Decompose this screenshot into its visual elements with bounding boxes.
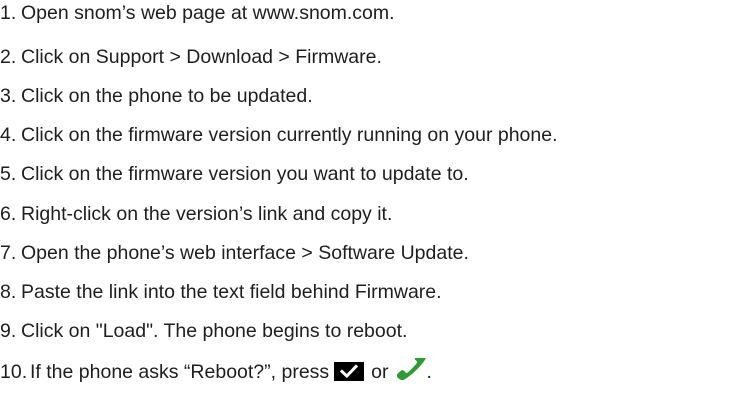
- step-text: Open snom’s web page at www.snom.com.: [21, 2, 395, 24]
- step-number: 6.: [0, 203, 17, 225]
- step-3: 3. Click on the phone to be updated.: [0, 83, 313, 109]
- step-8: 8. Paste the link into the text field beh…: [0, 279, 442, 305]
- step-number: 7.: [0, 242, 17, 264]
- step-text: Click on the phone to be updated.: [21, 85, 313, 107]
- period-text: .: [426, 361, 432, 383]
- step-text: Click on "Load". The phone begins to reb…: [21, 320, 408, 342]
- step-text: Paste the link into the text field behin…: [21, 281, 442, 303]
- step-4: 4. Click on the firmware version currentl…: [0, 122, 558, 148]
- step-text: Click on Support > Download > Firmware.: [21, 46, 382, 68]
- step-2: 2. Click on Support > Download > Firmware…: [0, 44, 382, 70]
- step-text: Open the phone’s web interface > Softwar…: [21, 242, 469, 264]
- step-6: 6. Right-click on the version’s link and …: [0, 201, 392, 227]
- step-number: 5.: [0, 163, 17, 185]
- check-key-icon: [334, 362, 365, 381]
- step-text: Click on the firmware version currently …: [21, 124, 558, 146]
- step-number: 3.: [0, 85, 17, 107]
- step-text: If the phone asks “Reboot?”, press: [30, 361, 330, 383]
- step-number: 4.: [0, 124, 17, 146]
- step-1: 1. Open snom’s web page at www.snom.com.: [0, 0, 395, 26]
- step-number: 9.: [0, 320, 17, 342]
- step-10: 10. If the phone asks “Reboot?”, press or.: [0, 358, 432, 384]
- step-5: 5. Click on the firmware version you want…: [0, 161, 469, 187]
- or-text: or: [371, 361, 389, 383]
- step-text: Click on the firmware version you want t…: [21, 163, 469, 185]
- phone-handset-icon: [395, 358, 427, 382]
- step-number: 1.: [0, 2, 17, 24]
- step-number: 10.: [0, 361, 28, 383]
- step-number: 8.: [0, 281, 17, 303]
- step-text: Right-click on the version’s link and co…: [21, 203, 393, 225]
- step-9: 9. Click on "Load". The phone begins to r…: [0, 318, 407, 344]
- step-7: 7. Open the phone’s web interface > Softw…: [0, 240, 469, 266]
- step-number: 2.: [0, 46, 17, 68]
